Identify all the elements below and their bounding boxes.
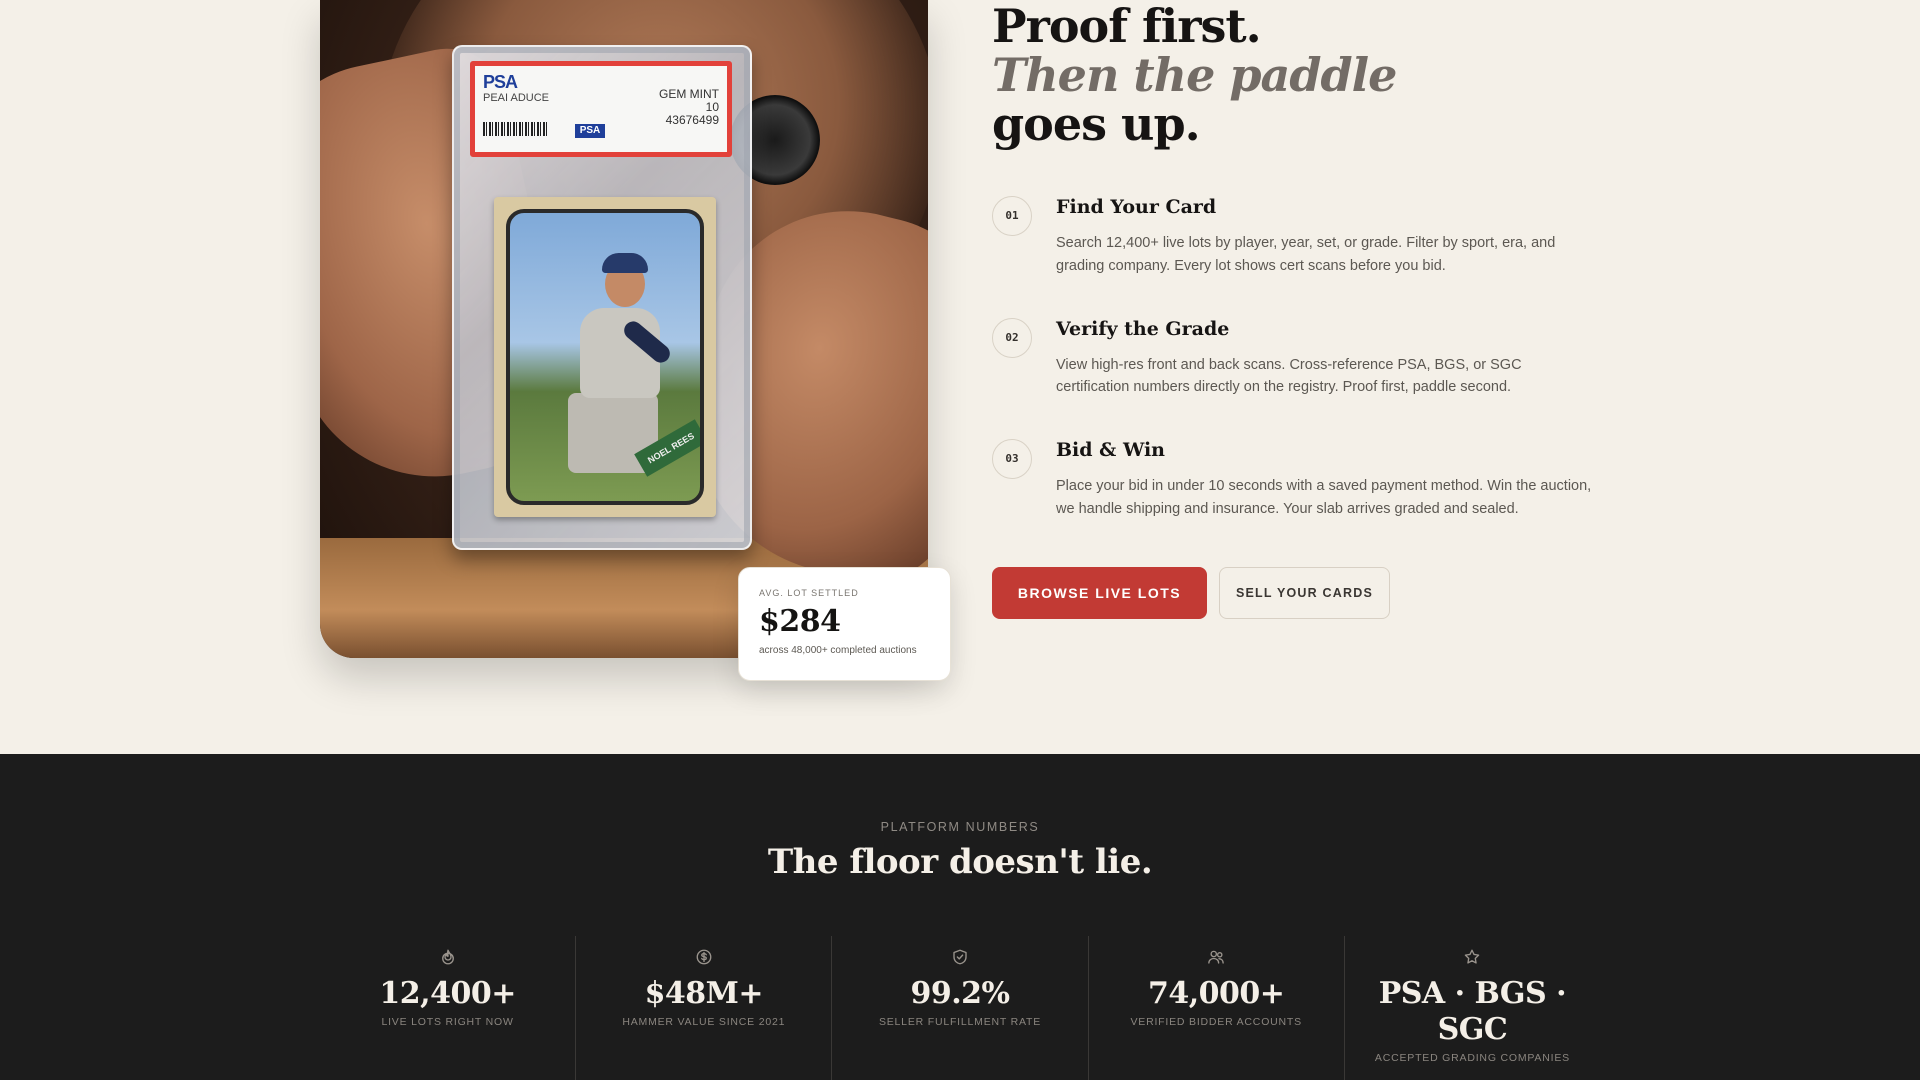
step-number: 02 [992,317,1032,358]
player-cap [602,253,648,273]
metric-value: 99.2% [910,976,1010,1011]
metric-value: $48M+ [644,976,764,1011]
stat-card-value: $284 [759,604,841,639]
baseball-card: NOEL REES [494,197,716,517]
step-item: 03 Bid & Win Place your bid in under 10 … [992,435,1612,557]
step-item: 02 Verify the Grade View high-res front … [992,314,1612,436]
stat-card-label: AVG. LOT SETTLED [759,588,859,598]
slab-grade: GEM MINT 10 43676499 [659,88,719,127]
stat-card-sub: across 48,000+ completed auctions [759,645,917,656]
metric-label: ACCEPTED GRADING COMPANIES [1374,1052,1570,1064]
step-title: Find Your Card [1056,196,1217,218]
sell-your-cards-button[interactable]: SELL YOUR CARDS [1219,567,1390,619]
card-frame: NOEL REES [506,209,704,505]
slab-cert-number: 43676499 [665,113,719,127]
slab-barcode [483,122,549,136]
dollar-icon [696,949,712,965]
slab-player-name: PEAI ADUCE [483,92,550,104]
metric-value: 12,400+ [379,976,516,1011]
platform-numbers-section: PLATFORM NUMBERS The floor doesn't lie. … [0,754,1920,1080]
users-icon [1208,950,1225,964]
metric-label: SELLER FULFILLMENT RATE [878,1016,1042,1028]
step-title: Bid & Win [1056,439,1165,461]
how-it-works-section: PSA PEAI ADUCE GEM MINT 10 43676499 PSA [0,0,1920,754]
metrics-row: 12,400+ LIVE LOTS RIGHT NOW $48M+ HAMMER… [320,936,1600,1080]
metric-value: 74,000+ [1147,976,1285,1011]
metric-hammer-value: $48M+ HAMMER VALUE SINCE 2021 [576,936,833,1080]
hero-headline: Proof first. Then the paddle goes up. [992,0,1397,151]
section-title: The floor doesn't lie. [767,842,1153,882]
metric-value: PSA · BGS · SGC [1378,976,1567,1047]
avg-lot-stat-card: AVG. LOT SETTLED $284 across 48,000+ com… [738,567,951,681]
metric-grading-companies: PSA · BGS · SGC ACCEPTED GRADING COMPANI… [1345,936,1600,1080]
browse-live-lots-button[interactable]: BROWSE LIVE LOTS [992,567,1207,619]
step-title: Verify the Grade [1056,317,1230,340]
slab-label: PSA PEAI ADUCE GEM MINT 10 43676499 PSA [470,61,732,157]
slab-logo-small: PSA [575,124,605,138]
star-icon [1465,949,1480,964]
slab-brand: PSA [483,72,518,92]
step-description: View high-res front and back scans. Cros… [1056,356,1522,396]
step-number: 01 [992,196,1032,236]
section-eyebrow: PLATFORM NUMBERS [880,820,1040,834]
step-item: 01 Find Your Card Search 12,400+ live lo… [992,192,1612,314]
metric-label: VERIFIED BIDDER ACCOUNTS [1130,1016,1302,1028]
step-number: 03 [992,439,1032,479]
graded-card-slab: PSA PEAI ADUCE GEM MINT 10 43676499 PSA [452,45,752,550]
metric-bidder-accounts: 74,000+ VERIFIED BIDDER ACCOUNTS [1089,936,1345,1080]
metric-label: HAMMER VALUE SINCE 2021 [622,1016,786,1028]
shield-check-icon [953,949,967,965]
step-description: Search 12,400+ live lots by player, year… [1056,235,1556,274]
metric-label: LIVE LOTS RIGHT NOW [381,1016,514,1028]
metric-live-lots: 12,400+ LIVE LOTS RIGHT NOW [320,936,577,1080]
hero-photo-grader-with-slab: PSA PEAI ADUCE GEM MINT 10 43676499 PSA [320,0,928,658]
headline-line-3: goes up. [992,97,1201,151]
flame-icon [441,949,454,965]
steps-list: 01 Find Your Card Search 12,400+ live lo… [992,192,1612,557]
step-description: Place your bid in under 10 seconds with … [1056,478,1592,517]
metric-fulfillment-rate: 99.2% SELLER FULFILLMENT RATE [832,936,1089,1080]
headline-line-2: Then the paddle [992,48,1397,102]
headline-line-1: Proof first. [992,0,1262,53]
